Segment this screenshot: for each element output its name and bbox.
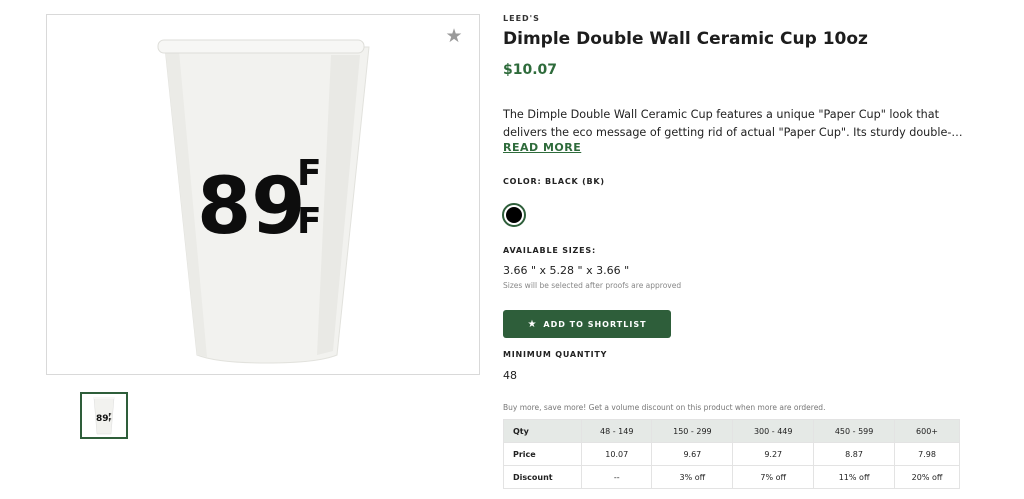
table-cell: -- [580,465,653,489]
pricing-row-price: Price 10.07 9.67 9.27 8.87 7.98 [503,442,960,466]
thumbnail-logo-text: 89 [96,414,109,424]
available-sizes-label: AVAILABLE SIZES: [503,246,596,255]
table-cell: 8.87 [813,442,896,466]
pricing-header-cell: Qty [503,419,582,443]
cup-illustration: 89 F F [157,39,370,364]
pricing-table: Qty 48 - 149 150 - 299 300 - 449 450 - 5… [503,419,960,489]
logo-letter-top: F [297,153,322,194]
pricing-header-cell: 600+ [894,419,960,443]
pricing-header-cell: 48 - 149 [580,419,653,443]
logo-letter-bottom: F [297,201,322,242]
pricing-header-row: Qty 48 - 149 150 - 299 300 - 449 450 - 5… [503,419,960,443]
volume-discount-note: Buy more, save more! Get a volume discou… [503,403,826,412]
add-to-shortlist-button[interactable]: ★ ADD TO SHORTLIST [503,310,671,338]
table-cell: 11% off [813,465,896,489]
table-cell: 20% off [894,465,960,489]
minimum-quantity-label: MINIMUM QUANTITY [503,350,608,359]
add-to-shortlist-label: ADD TO SHORTLIST [543,319,647,329]
logo-number: 89 [197,162,306,252]
pricing-header-cell: 150 - 299 [651,419,734,443]
minimum-quantity-value: 48 [503,369,517,382]
thumbnail-logo-letter-bottom: F [109,418,112,424]
description-line-2: delivers the eco message of getting rid … [503,126,963,139]
pricing-row-discount: Discount -- 3% off 7% off 11% off 20% of… [503,465,960,489]
table-cell: 9.67 [651,442,734,466]
product-title: Dimple Double Wall Ceramic Cup 10oz [503,29,868,49]
read-more-link[interactable]: READ MORE [503,141,581,154]
color-swatch-black[interactable] [502,203,526,227]
product-main-image[interactable]: 89 F F ★ [46,14,480,375]
product-thumbnail[interactable]: 89 F F [80,392,128,439]
pricing-header-cell: 450 - 599 [813,419,896,443]
color-swatch-dot [506,207,522,223]
thumbnail-cup-illustration: 89 F F [93,397,115,435]
table-cell: Price [503,442,582,466]
table-cell: 9.27 [732,442,815,466]
size-value: 3.66 " x 5.28 " x 3.66 " [503,264,630,277]
favorite-star-icon[interactable]: ★ [445,27,463,46]
product-brand: LEED'S [503,14,540,23]
table-cell: 10.07 [580,442,653,466]
star-icon: ★ [527,318,538,330]
product-price: $10.07 [503,62,558,78]
table-cell: 7% off [732,465,815,489]
pricing-header-cell: 300 - 449 [732,419,815,443]
table-cell: Discount [503,465,582,489]
description-line-1: The Dimple Double Wall Ceramic Cup featu… [503,108,939,121]
color-label: COLOR: BLACK (BK) [503,177,605,186]
table-cell: 7.98 [894,442,960,466]
table-cell: 3% off [651,465,734,489]
product-description: The Dimple Double Wall Ceramic Cup featu… [503,106,963,142]
size-note: Sizes will be selected after proofs are … [503,281,682,290]
